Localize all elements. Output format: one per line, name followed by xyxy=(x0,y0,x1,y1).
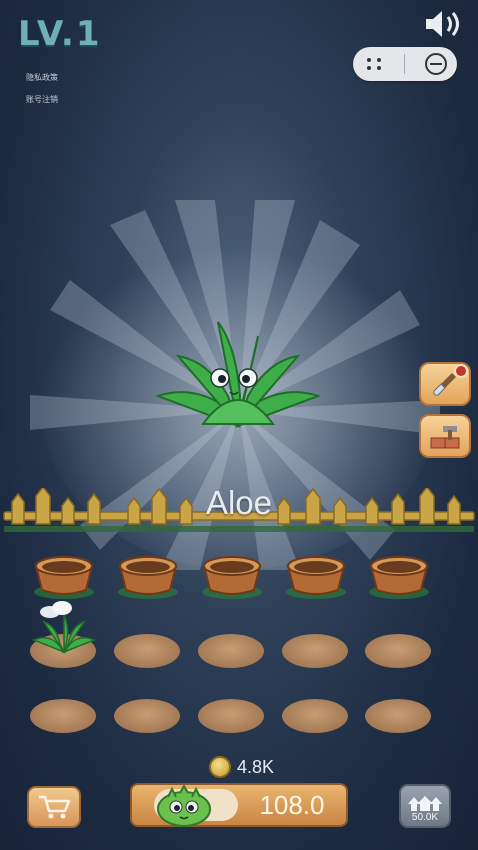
flower-pot[interactable] xyxy=(367,552,431,600)
soil-plot[interactable] xyxy=(365,634,431,668)
soil-plot[interactable] xyxy=(114,634,180,668)
hammer-brick-icon xyxy=(430,426,460,449)
soil-plot[interactable] xyxy=(282,634,348,668)
aloe-face-icon xyxy=(157,785,211,827)
coin-amount: 4.8K xyxy=(237,756,275,777)
plant-name-label: Aloe xyxy=(205,484,273,521)
buy-plant-button[interactable]: 108.0 xyxy=(130,783,348,827)
cart-icon xyxy=(39,795,71,819)
privacy-policy-link[interactable]: 隐私政策 xyxy=(26,72,58,83)
buy-price: 108.0 xyxy=(259,790,325,820)
coin-icon xyxy=(209,756,231,778)
soil-plot[interactable] xyxy=(198,634,264,668)
soil-plot[interactable] xyxy=(114,699,180,733)
upgrade-cost: 50.0K xyxy=(411,812,439,823)
level-label: LV.1 xyxy=(18,14,102,54)
aloe-plant-hero xyxy=(155,321,321,429)
account-cancel-link[interactable]: 账号注销 xyxy=(26,94,58,105)
upgrade-arrows-icon xyxy=(408,796,442,811)
coin-balance: 4.8K xyxy=(209,756,274,778)
soil-plot[interactable] xyxy=(198,699,264,733)
capsule-divider xyxy=(404,54,406,74)
flower-pot[interactable] xyxy=(32,552,96,600)
minimize-icon[interactable] xyxy=(424,52,448,76)
soil-plot[interactable] xyxy=(282,699,348,733)
soil-plot[interactable] xyxy=(30,699,96,733)
speaker-icon[interactable] xyxy=(422,8,466,40)
flower-pot[interactable] xyxy=(116,552,180,600)
notification-dot xyxy=(454,364,468,378)
flower-pot[interactable] xyxy=(284,552,348,600)
soil-plot[interactable] xyxy=(365,699,431,733)
tools-button[interactable] xyxy=(419,414,471,458)
more-dots-icon[interactable] xyxy=(362,54,386,74)
flower-pot[interactable] xyxy=(200,552,264,600)
mini-program-capsule xyxy=(353,47,457,81)
shop-cart-button[interactable] xyxy=(27,786,81,828)
upgrade-button[interactable]: 50.0K xyxy=(399,784,451,828)
aloe-seedling[interactable] xyxy=(30,600,98,658)
